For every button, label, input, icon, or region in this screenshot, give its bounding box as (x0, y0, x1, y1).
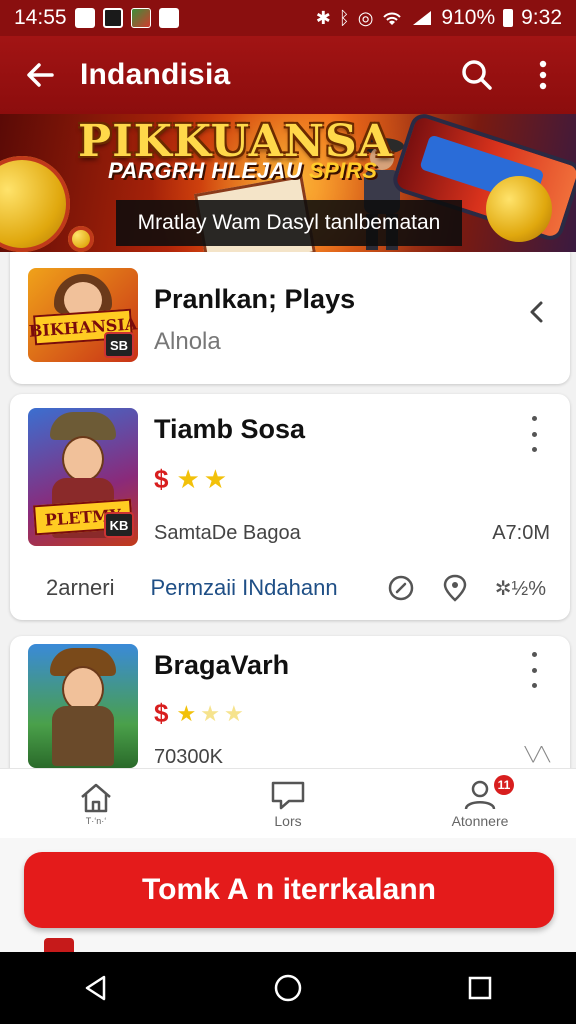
rating: $ ★ ★ (154, 464, 227, 495)
banner-caption: Mratlay Wam Dasyl tanlbematan (116, 200, 462, 246)
nav-label: T·ʻn·ʻ (85, 815, 107, 826)
price-symbol: $ (154, 464, 169, 494)
item-menu-button[interactable] (522, 652, 546, 688)
star-icon: ★ (176, 700, 197, 726)
triangle-back-icon (85, 975, 106, 1001)
chat-icon (271, 781, 305, 809)
promo-banner[interactable]: PIKKUANSA PARGRH HLEJAU SPIRS Mratlay Wa… (0, 114, 576, 252)
more-vert-icon (531, 416, 537, 421)
bluetooth-icon: ᛒ (338, 8, 350, 28)
thumb-badge: KB (104, 512, 134, 538)
gold-coin-graphic (486, 176, 552, 242)
nav-item-home[interactable]: T·ʻn·ʻ (0, 769, 192, 838)
thumb-badge: SB (104, 332, 134, 358)
star-icon: ★ (223, 700, 244, 726)
game-notification-icon (130, 8, 151, 28)
signal-icon (413, 11, 432, 25)
search-icon (462, 60, 492, 90)
status-time-left: 14:55 (14, 6, 67, 29)
game-thumbnail: PLETMY KB (28, 408, 138, 546)
more-vert-icon (531, 652, 537, 657)
system-recents-button[interactable] (440, 958, 520, 1018)
app-bar: Indandisia (0, 36, 576, 114)
banner-subheading: PARGRH HLEJAU SPIRS (108, 158, 377, 184)
list-item[interactable]: BragaVarh $ ★ ★ ★ 70300K ╲╱╲ (10, 636, 570, 768)
item-title: Tiamb Sosa (154, 414, 306, 444)
square-recents-icon (468, 976, 492, 1000)
cta-container: Tomk A n iterrkalann (0, 838, 576, 952)
chip-graphic (0, 156, 70, 252)
profile-icon (464, 780, 496, 809)
thumb-body (52, 706, 114, 766)
notification-icon (74, 8, 95, 28)
battery-percent: 910% (441, 6, 496, 29)
status-bar: 14:55 ✱ ᛒ ◎ 910% 9:32 (0, 0, 576, 36)
star-icon: ★ (203, 464, 228, 494)
item-title: Pranlkan; Plays (154, 284, 356, 314)
system-nav-bar (0, 952, 576, 1024)
chevron-left-icon (530, 301, 543, 323)
app-notification-icon (102, 8, 123, 28)
search-button[interactable] (444, 36, 510, 114)
item-info: 70300K (154, 746, 223, 768)
status-clock: 9:32 (521, 6, 562, 29)
item-footer: 2arneri Permzaii INdahann ✲½% (10, 560, 570, 616)
game-thumbnail: BIKHANSIA SB (28, 268, 138, 362)
price-symbol: $ (154, 698, 169, 728)
footer-actions: ✲½% (387, 573, 546, 603)
location-pin-icon[interactable] (441, 573, 469, 603)
alarm-icon: ◎ (357, 8, 374, 28)
primary-cta-button[interactable]: Tomk A n iterrkalann (24, 852, 554, 928)
system-home-button[interactable] (248, 958, 328, 1018)
footer-left-text: 2arneri (46, 575, 115, 600)
bottom-nav: T·ʻn·ʻ Lors 11 Atonnere (0, 768, 576, 838)
banner-subheading-accent: SPIRS (308, 158, 378, 183)
location-icon: ✱ (315, 8, 331, 28)
item-menu-button[interactable] (522, 416, 546, 452)
game-list: BIKHANSIA SB Pranlkan; Plays Alnola PLET… (0, 252, 576, 768)
banner-subheading-main: PARGRH HLEJAU (108, 158, 303, 183)
star-icon: ★ (176, 464, 200, 494)
rating: $ ★ ★ ★ (154, 698, 244, 729)
footer-stat: ✲½% (494, 577, 546, 600)
item-subtitle: Alnola (154, 328, 221, 355)
circle-home-icon (274, 974, 302, 1002)
battery-icon (503, 9, 514, 27)
message-notification-icon (158, 8, 179, 28)
star-icon: ★ (200, 700, 220, 726)
list-item[interactable]: BIKHANSIA SB Pranlkan; Plays Alnola (10, 252, 570, 384)
status-right: ✱ ᛒ ◎ 910% 9:32 (316, 6, 562, 30)
status-left: 14:55 (14, 6, 179, 30)
wifi-icon (383, 12, 402, 25)
back-arrow-icon (27, 63, 54, 87)
item-info: SamtaDe Bagoa (154, 522, 301, 544)
cta-peek (44, 938, 74, 952)
compass-icon[interactable] (387, 574, 415, 602)
coin-graphic (68, 226, 94, 252)
system-back-button[interactable] (56, 958, 136, 1018)
item-time: ╲╱╲ (524, 746, 550, 762)
overflow-menu-button[interactable] (510, 36, 576, 114)
thumb-face (62, 436, 104, 482)
item-title: BragaVarh (154, 650, 290, 680)
collapse-button[interactable] (528, 300, 546, 329)
item-time: A7:0M (492, 522, 550, 544)
footer-link[interactable]: Permzaii INdahann (150, 575, 337, 601)
nav-label: Lors (274, 812, 302, 829)
back-button[interactable] (0, 36, 80, 114)
notification-badge: 11 (494, 775, 514, 795)
nav-item-profile[interactable]: 11 Atonnere (384, 769, 576, 838)
nav-label: Atonnere (451, 812, 509, 829)
nav-item-chat[interactable]: Lors (192, 769, 384, 838)
more-vert-icon (539, 60, 547, 90)
page-title: Indandisia (80, 58, 231, 91)
list-item[interactable]: PLETMY KB Tiamb Sosa $ ★ ★ SamtaDe Bagoa… (10, 394, 570, 620)
home-icon (81, 783, 111, 812)
game-thumbnail (28, 644, 138, 768)
